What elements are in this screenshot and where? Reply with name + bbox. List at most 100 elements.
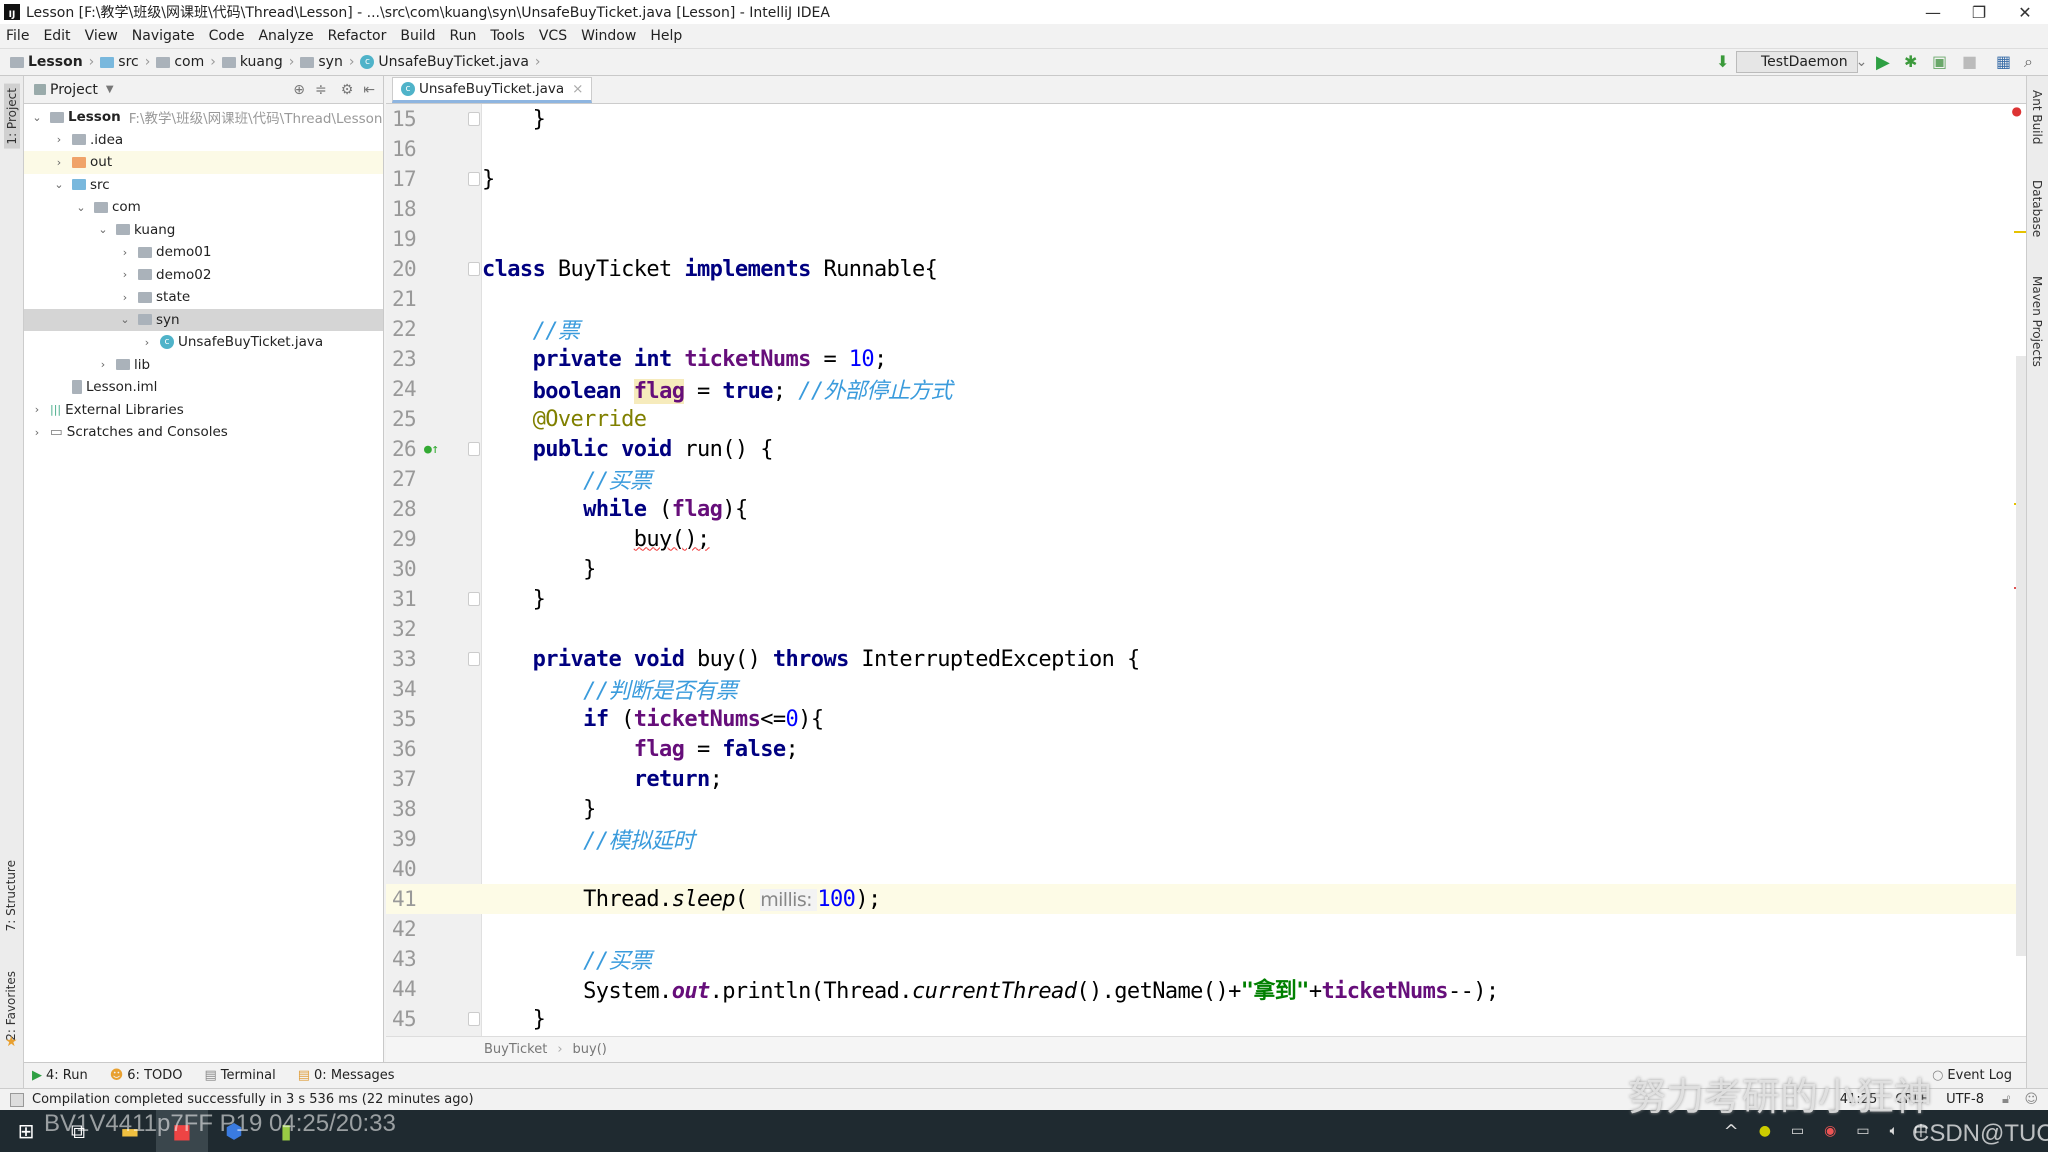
chevron-icon[interactable]: › [30,426,44,439]
tab-unsafebuyticket[interactable]: c UnsafeBuyTicket.java × [392,77,593,103]
locate-icon[interactable]: ⊕ [293,82,305,98]
menu-edit[interactable]: Edit [43,28,70,44]
fold-marker-icon[interactable] [468,442,480,456]
code-line[interactable]: 44 System.out.println(Thread.currentThre… [386,974,2026,1004]
minimize-button[interactable]: — [1910,0,1956,24]
code-line[interactable]: 39 //模拟延时 [386,824,2026,854]
menu-navigate[interactable]: Navigate [132,28,195,44]
close-button[interactable]: ✕ [2002,0,2048,24]
chevron-icon[interactable]: ⌄ [52,178,66,191]
debug-icon[interactable]: ✱ [1904,52,1917,71]
record-icon[interactable]: ◉ [1824,1123,1836,1139]
menu-window[interactable]: Window [581,28,636,44]
tray-app-icon[interactable]: ● [1759,1123,1771,1139]
chevron-icon[interactable]: ⌄ [118,313,132,326]
structure-tool-button[interactable]: 7: Structure [4,860,18,931]
implements-gutter-icon[interactable]: ●↑ [424,442,439,457]
tree-item[interactable]: ⌄ src [24,174,383,197]
chevron-icon[interactable]: › [118,268,132,281]
menu-code[interactable]: Code [209,28,245,44]
code-line[interactable]: 40 [386,854,2026,884]
fold-marker-icon[interactable] [468,652,480,666]
tree-item[interactable]: ⌄ Lesson F:\教学\班级\网课班\代码\Thread\Lesson [24,106,383,129]
tree-item[interactable]: › lib [24,354,383,377]
vertical-scrollbar[interactable] [2016,356,2026,956]
fold-marker-icon[interactable] [468,112,480,126]
menu-run[interactable]: Run [450,28,477,44]
code-line[interactable]: 32 [386,614,2026,644]
breadcrumb-item[interactable]: c UnsafeBuyTicket.java › [360,54,541,70]
breadcrumb-class[interactable]: BuyTicket [484,1042,547,1057]
inspector-icon[interactable]: ☺ [2024,1092,2038,1107]
run-configuration-select[interactable]: TestDaemon ⌄ [1736,51,1867,73]
code-line[interactable]: 17} [386,164,2026,194]
code-line[interactable]: 30 } [386,554,2026,584]
code-line[interactable]: 36 flag = false; [386,734,2026,764]
tray-chevron-icon[interactable]: ^ [1724,1121,1739,1142]
menu-refactor[interactable]: Refactor [328,28,387,44]
code-line[interactable]: 41 Thread.sleep( millis: 100); [386,884,2026,914]
chevron-icon[interactable]: › [96,358,110,371]
terminal-tool-button[interactable]: ▤ Terminal [204,1068,275,1083]
breadcrumb-item[interactable]: syn › [300,54,354,70]
tree-item[interactable]: › c UnsafeBuyTicket.java [24,331,383,354]
tree-item[interactable]: ⌄ kuang [24,219,383,242]
code-line[interactable]: 27 //买票 [386,464,2026,494]
code-line[interactable]: 45 } [386,1004,2026,1034]
warning-marker[interactable] [2014,231,2026,233]
error-indicator-icon[interactable]: ● [2012,104,2022,118]
lock-icon[interactable]: 🔓︎ [2002,1092,2010,1107]
code-line[interactable]: 19 [386,224,2026,254]
code-line[interactable]: 26 ●↑ public void run() { [386,434,2026,464]
menu-tools[interactable]: Tools [490,28,525,44]
code-line[interactable]: 15 } [386,104,2026,134]
code-line[interactable]: 31 } [386,584,2026,614]
todo-tool-button[interactable]: ☻ 6: TODO [110,1068,183,1083]
search-icon[interactable]: ⌕ [2024,52,2033,72]
code-line[interactable]: 22 //票 [386,314,2026,344]
chevron-icon[interactable]: › [30,403,44,416]
menu-file[interactable]: File [6,28,29,44]
breadcrumb-item[interactable]: src › [100,54,150,70]
code-line[interactable]: 24 boolean flag = true; //外部停止方式 [386,374,2026,404]
project-tool-button[interactable]: 1: Project [4,84,20,149]
tree-item[interactable]: › ▭ Scratches and Consoles [24,421,383,444]
network-icon[interactable]: ▭ [1791,1123,1804,1139]
code-line[interactable]: 21 [386,284,2026,314]
menu-analyze[interactable]: Analyze [258,28,313,44]
project-view-select[interactable]: Project [50,82,98,98]
encoding[interactable]: UTF-8 [1946,1092,1984,1107]
tree-item[interactable]: ⌄ syn [24,308,383,331]
tree-item[interactable]: ⌄ com [24,196,383,219]
battery-icon[interactable]: ▭ [1856,1123,1869,1139]
menu-view[interactable]: View [85,28,118,44]
chevron-icon[interactable]: ⌄ [30,111,44,124]
menu-vcs[interactable]: VCS [539,28,567,44]
tree-item[interactable]: › .idea [24,129,383,152]
menu-build[interactable]: Build [400,28,435,44]
event-log-button[interactable]: ○ Event Log [1932,1068,2012,1083]
fold-marker-icon[interactable] [468,172,480,186]
code-line[interactable]: 18 [386,194,2026,224]
gear-icon[interactable]: ⚙ [341,82,354,98]
code-line[interactable]: 29 buy(); [386,524,2026,554]
stop-icon[interactable]: ■ [1962,52,1977,71]
code-line[interactable]: 35 if (ticketNums<=0){ [386,704,2026,734]
chevron-icon[interactable]: › [118,291,132,304]
favorites-tool-button[interactable]: 2: Favorites [4,971,18,1041]
breadcrumb-item[interactable]: Lesson › [10,54,94,70]
collapse-icon[interactable]: ≑ [315,82,327,98]
run-tool-button[interactable]: ▶ 4: Run [32,1068,88,1083]
chevron-icon[interactable]: ⌄ [74,201,88,214]
code-line[interactable]: 42 [386,914,2026,944]
breadcrumb-item[interactable]: kuang › [221,54,294,70]
volume-icon[interactable]: 🔈︎ [1890,1123,1898,1139]
maven-projects-tool-button[interactable]: Maven Projects [2030,276,2044,367]
tree-item[interactable]: › demo02 [24,264,383,287]
database-tool-button[interactable]: Database [2030,180,2044,237]
coverage-icon[interactable]: ▣ [1932,52,1947,71]
ant-build-tool-button[interactable]: Ant Build [2030,90,2044,144]
chevron-icon[interactable]: › [52,156,66,169]
hide-icon[interactable]: ⇤ [363,82,375,98]
chevron-icon[interactable]: › [52,133,66,146]
